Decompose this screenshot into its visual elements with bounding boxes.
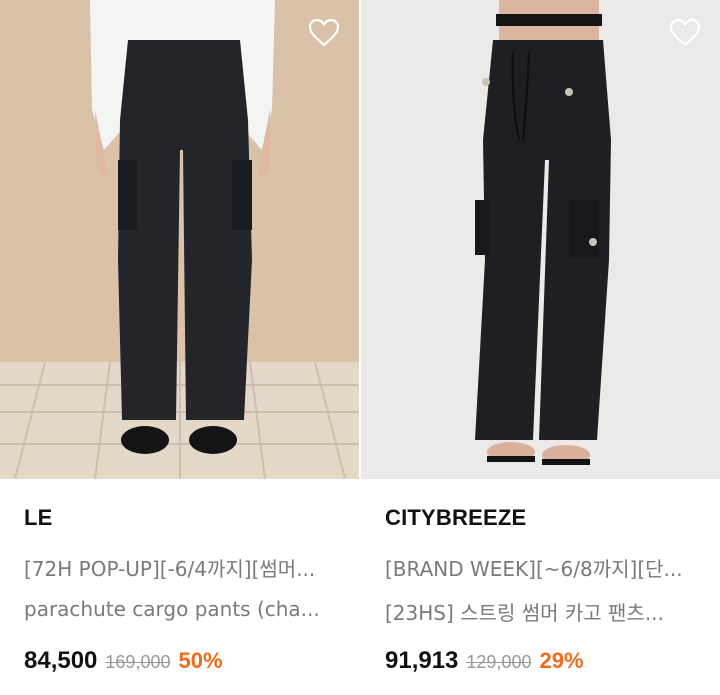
price-row: 91,913 129,000 29%: [385, 647, 584, 675]
original-price: 169,000: [105, 652, 171, 672]
discount-rate: 50%: [178, 648, 223, 673]
product-image[interactable]: [0, 0, 359, 479]
product-name[interactable]: [23HS] 스트링 썸머 카고 팬츠...: [385, 597, 664, 626]
product-grid: LE [72H POP-UP][-6/4까지][썸머... parachute …: [0, 0, 720, 695]
price-row: 84,500 169,000 50%: [24, 647, 223, 675]
product-name[interactable]: parachute cargo pants (cha...: [24, 597, 320, 621]
brand-name[interactable]: LE: [24, 505, 53, 531]
sale-price: 84,500: [24, 647, 98, 674]
product-card[interactable]: LE [72H POP-UP][-6/4까지][썸머... parachute …: [0, 0, 359, 695]
wishlist-heart-icon[interactable]: [307, 16, 341, 50]
sale-price: 91,913: [385, 647, 459, 674]
wishlist-heart-icon[interactable]: [668, 16, 702, 50]
promo-tag-text: [72H POP-UP][-6/4까지][썸머...: [24, 557, 316, 581]
product-image[interactable]: [361, 0, 720, 479]
brand-name[interactable]: CITYBREEZE: [385, 505, 526, 531]
product-card[interactable]: CITYBREEZE [BRAND WEEK][~6/8까지][단... [23…: [361, 0, 720, 695]
discount-rate: 29%: [539, 648, 584, 673]
original-price: 129,000: [466, 652, 532, 672]
promo-tag-text: [BRAND WEEK][~6/8까지][단...: [385, 557, 683, 581]
